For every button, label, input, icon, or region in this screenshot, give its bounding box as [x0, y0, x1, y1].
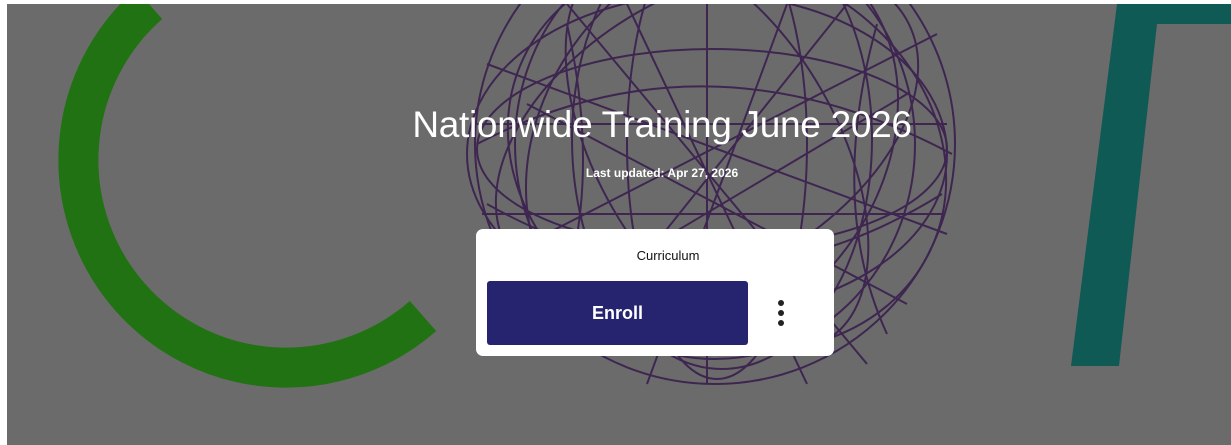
curriculum-label: Curriculum: [636, 248, 700, 263]
page-title: Nationwide Training June 2026: [412, 104, 912, 145]
more-options-dot: [778, 320, 784, 326]
course-hero-banner: Nationwide Training June 2026 Last updat…: [7, 4, 1231, 445]
more-options-dot: [778, 310, 784, 316]
enroll-card: Curriculum Enroll: [476, 229, 834, 356]
background-artwork: [58, 4, 1231, 388]
teal-letter-shape: [1071, 4, 1231, 366]
last-updated-text: Last updated: Apr 27, 2026: [585, 166, 739, 180]
more-options-icon[interactable]: [769, 293, 793, 333]
scribble-globe-shape: [466, 4, 956, 385]
enroll-button[interactable]: Enroll: [487, 281, 748, 345]
green-arc-shape: [58, 4, 437, 388]
more-options-dot: [778, 300, 784, 306]
